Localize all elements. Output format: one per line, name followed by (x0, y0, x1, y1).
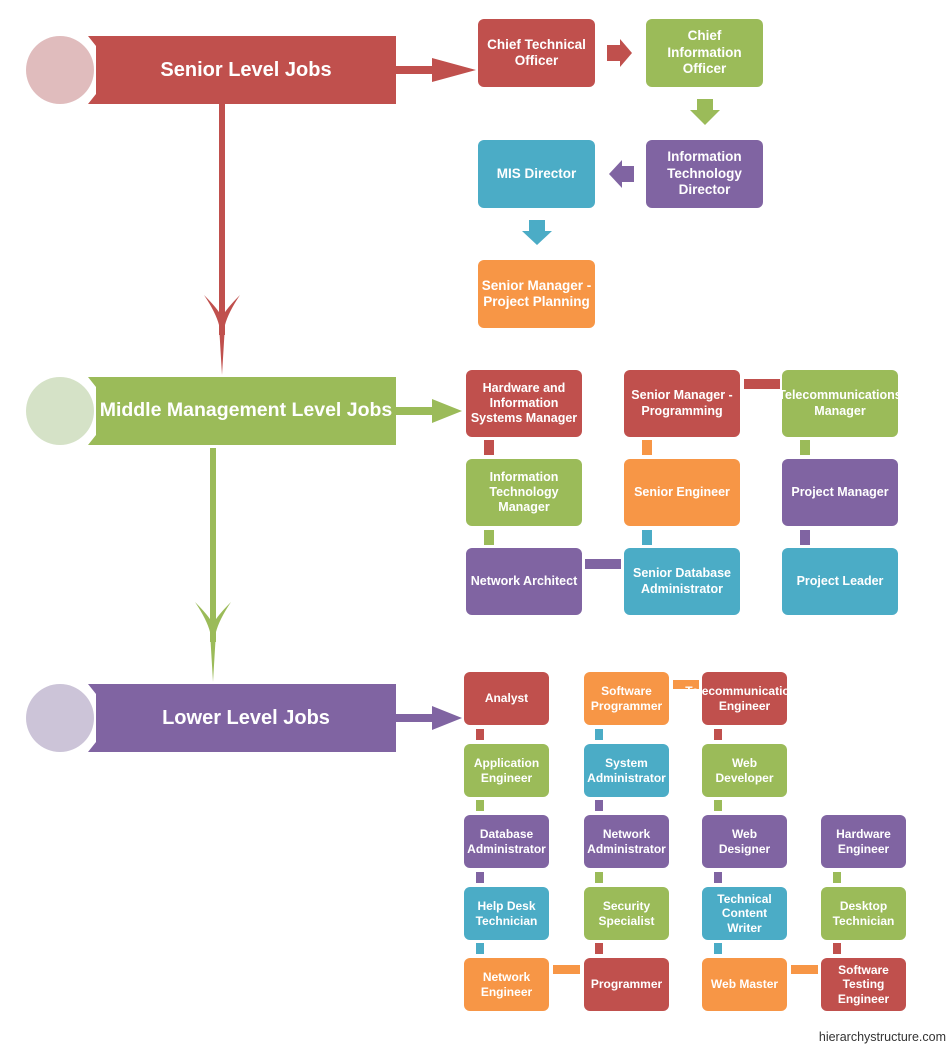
arrow-right-icon (607, 39, 632, 67)
job-box-software-testing-engineer: Software Testing Engineer (821, 958, 906, 1011)
connector (642, 530, 652, 545)
job-box-desktop-technician: Desktop Technician (821, 887, 906, 940)
job-box-telecommunications-engineer: Telecommunications Engineer (685, 672, 804, 725)
job-box-senior-manager-programming: Senior Manager - Programming (624, 370, 740, 437)
connector (714, 943, 722, 954)
job-box-information-technology-manager: Information Technology Manager (466, 459, 582, 526)
senior-to-middle-arrow-shaft (219, 104, 225, 335)
connector (791, 965, 818, 974)
job-box-senior-database-administrator: Senior Database Administrator (624, 548, 740, 615)
middle-to-lower-arrow-shaft (210, 448, 216, 642)
middle-arrow-right-icon (396, 399, 462, 423)
connector (833, 872, 841, 883)
senior-level-title: Senior Level Jobs (160, 59, 332, 81)
connector (714, 729, 722, 740)
job-box-senior-engineer: Senior Engineer (624, 459, 740, 526)
lower-level-title: Lower Level Jobs (162, 707, 330, 729)
job-box-programmer: Programmer (584, 958, 669, 1011)
job-box-project-leader: Project Leader (782, 548, 898, 615)
connector (585, 559, 621, 569)
job-box-technical-content-writer: Technical Content Writer (702, 887, 787, 940)
connector (744, 379, 780, 389)
job-box-help-desk-technician: Help Desk Technician (464, 887, 549, 940)
connector (595, 800, 603, 811)
job-box-application-engineer: Application Engineer (464, 744, 549, 797)
connector (833, 943, 841, 954)
job-box-telecommunications-manager: Telecommunications Manager (778, 370, 902, 437)
connector (714, 800, 722, 811)
connector (714, 872, 722, 883)
job-box-senior-manager-project-planning: Senior Manager - Project Planning (478, 260, 595, 328)
connector (476, 943, 484, 954)
connector (642, 440, 652, 455)
connector (476, 800, 484, 811)
arrow-down-icon (690, 99, 720, 125)
job-box-project-manager: Project Manager (782, 459, 898, 526)
connector (476, 872, 484, 883)
job-box-web-master: Web Master (702, 958, 787, 1011)
middle-circle-icon (26, 377, 94, 445)
middle-level-title: Middle Management Level Jobs (99, 399, 393, 422)
job-box-web-designer: Web Designer (702, 815, 787, 868)
job-box-software-programmer: Software Programmer (584, 672, 669, 725)
arrow-down-icon (522, 220, 552, 245)
senior-arrow-right-icon (396, 58, 476, 82)
lower-arrow-right-icon (396, 706, 462, 730)
senior-circle-icon (26, 36, 94, 104)
job-box-network-engineer: Network Engineer (464, 958, 549, 1011)
connector (595, 943, 603, 954)
job-box-network-architect: Network Architect (466, 548, 582, 615)
connector (484, 530, 494, 545)
job-box-analyst: Analyst (464, 672, 549, 725)
job-box-chief-technical-officer: Chief Technical Officer (478, 19, 595, 87)
connector (476, 729, 484, 740)
lower-circle-icon (26, 684, 94, 752)
job-box-web-developer: Web Developer (702, 744, 787, 797)
site-credit: hierarchystructure.com (818, 1030, 946, 1044)
job-box-mis-director: MIS Director (478, 140, 595, 208)
connector (595, 872, 603, 883)
connector (800, 440, 810, 455)
connector (553, 965, 580, 974)
job-box-hardware-engineer: Hardware Engineer (821, 815, 906, 868)
job-box-network-administrator: Network Administrator (584, 815, 669, 868)
connector (800, 530, 810, 545)
job-box-database-administrator: Database Administrator (464, 815, 549, 868)
job-box-chief-information-officer: Chief Information Officer (646, 19, 763, 87)
connector (484, 440, 494, 455)
connector (595, 729, 603, 740)
job-box-information-technology-director: Information Technology Director (646, 140, 763, 208)
job-box-security-specialist: Security Specialist (584, 887, 669, 940)
arrow-left-icon (609, 160, 634, 188)
job-box-hardware-and-information-systems-manager: Hardware and Information Systems Manager (466, 370, 582, 437)
job-box-system-administrator: System Administrator (584, 744, 669, 797)
